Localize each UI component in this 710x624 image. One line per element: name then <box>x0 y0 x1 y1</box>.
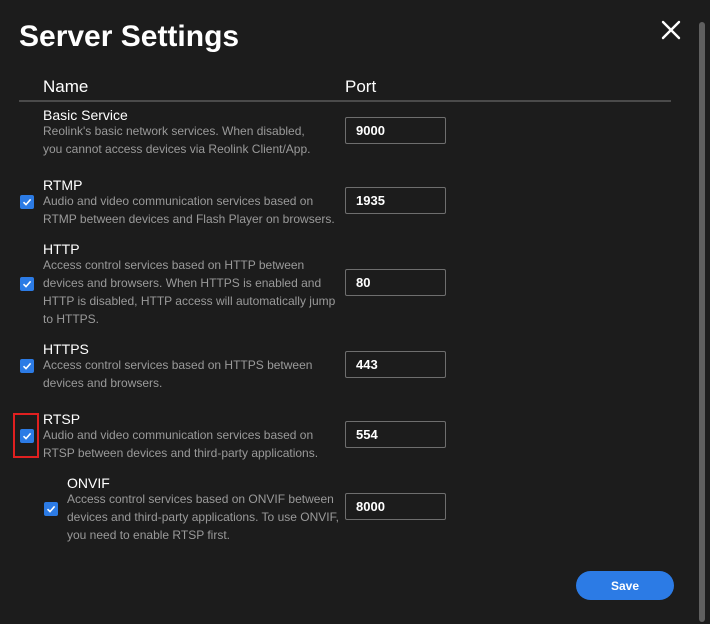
server-settings-dialog: Server Settings Name Port Basic Service … <box>0 0 710 624</box>
port-input-basic[interactable] <box>345 117 446 144</box>
check-icon <box>22 198 32 206</box>
port-input-onvif[interactable] <box>345 493 446 520</box>
checkbox-onvif[interactable] <box>44 502 58 516</box>
check-icon <box>46 505 56 513</box>
scrollbar[interactable] <box>699 22 705 622</box>
close-icon <box>661 20 681 40</box>
checkbox-rtsp[interactable] <box>20 429 34 443</box>
service-desc-rtsp: Audio and video communication services b… <box>43 428 319 460</box>
checkbox-https[interactable] <box>20 359 34 373</box>
service-name-onvif: ONVIF <box>67 475 110 491</box>
service-name-rtmp: RTMP <box>43 177 83 193</box>
port-input-https[interactable] <box>345 351 446 378</box>
save-button[interactable]: Save <box>576 571 674 600</box>
port-input-rtsp[interactable] <box>345 421 446 448</box>
service-desc-https: Access control services based on HTTPS b… <box>43 358 313 390</box>
check-icon <box>22 280 32 288</box>
column-header-port: Port <box>345 77 377 96</box>
header-divider <box>19 100 671 102</box>
check-icon <box>22 432 32 440</box>
column-header-name: Name <box>43 77 89 96</box>
service-desc-basic: Reolink's basic network services. When d… <box>43 124 311 156</box>
checkbox-http[interactable] <box>20 277 34 291</box>
checkbox-rtmp[interactable] <box>20 195 34 209</box>
service-desc-rtmp: Audio and video communication services b… <box>43 194 335 226</box>
close-button[interactable] <box>659 18 683 42</box>
service-name-http: HTTP <box>43 241 80 257</box>
port-input-http[interactable] <box>345 269 446 296</box>
service-name-rtsp: RTSP <box>43 411 81 427</box>
service-desc-http: Access control services based on HTTP be… <box>43 258 336 326</box>
port-input-rtmp[interactable] <box>345 187 446 214</box>
service-name-https: HTTPS <box>43 341 89 357</box>
service-name-basic: Basic Service <box>43 107 128 123</box>
service-desc-onvif: Access control services based on ONVIF b… <box>67 492 339 542</box>
check-icon <box>22 362 32 370</box>
dialog-title: Server Settings <box>19 20 240 53</box>
